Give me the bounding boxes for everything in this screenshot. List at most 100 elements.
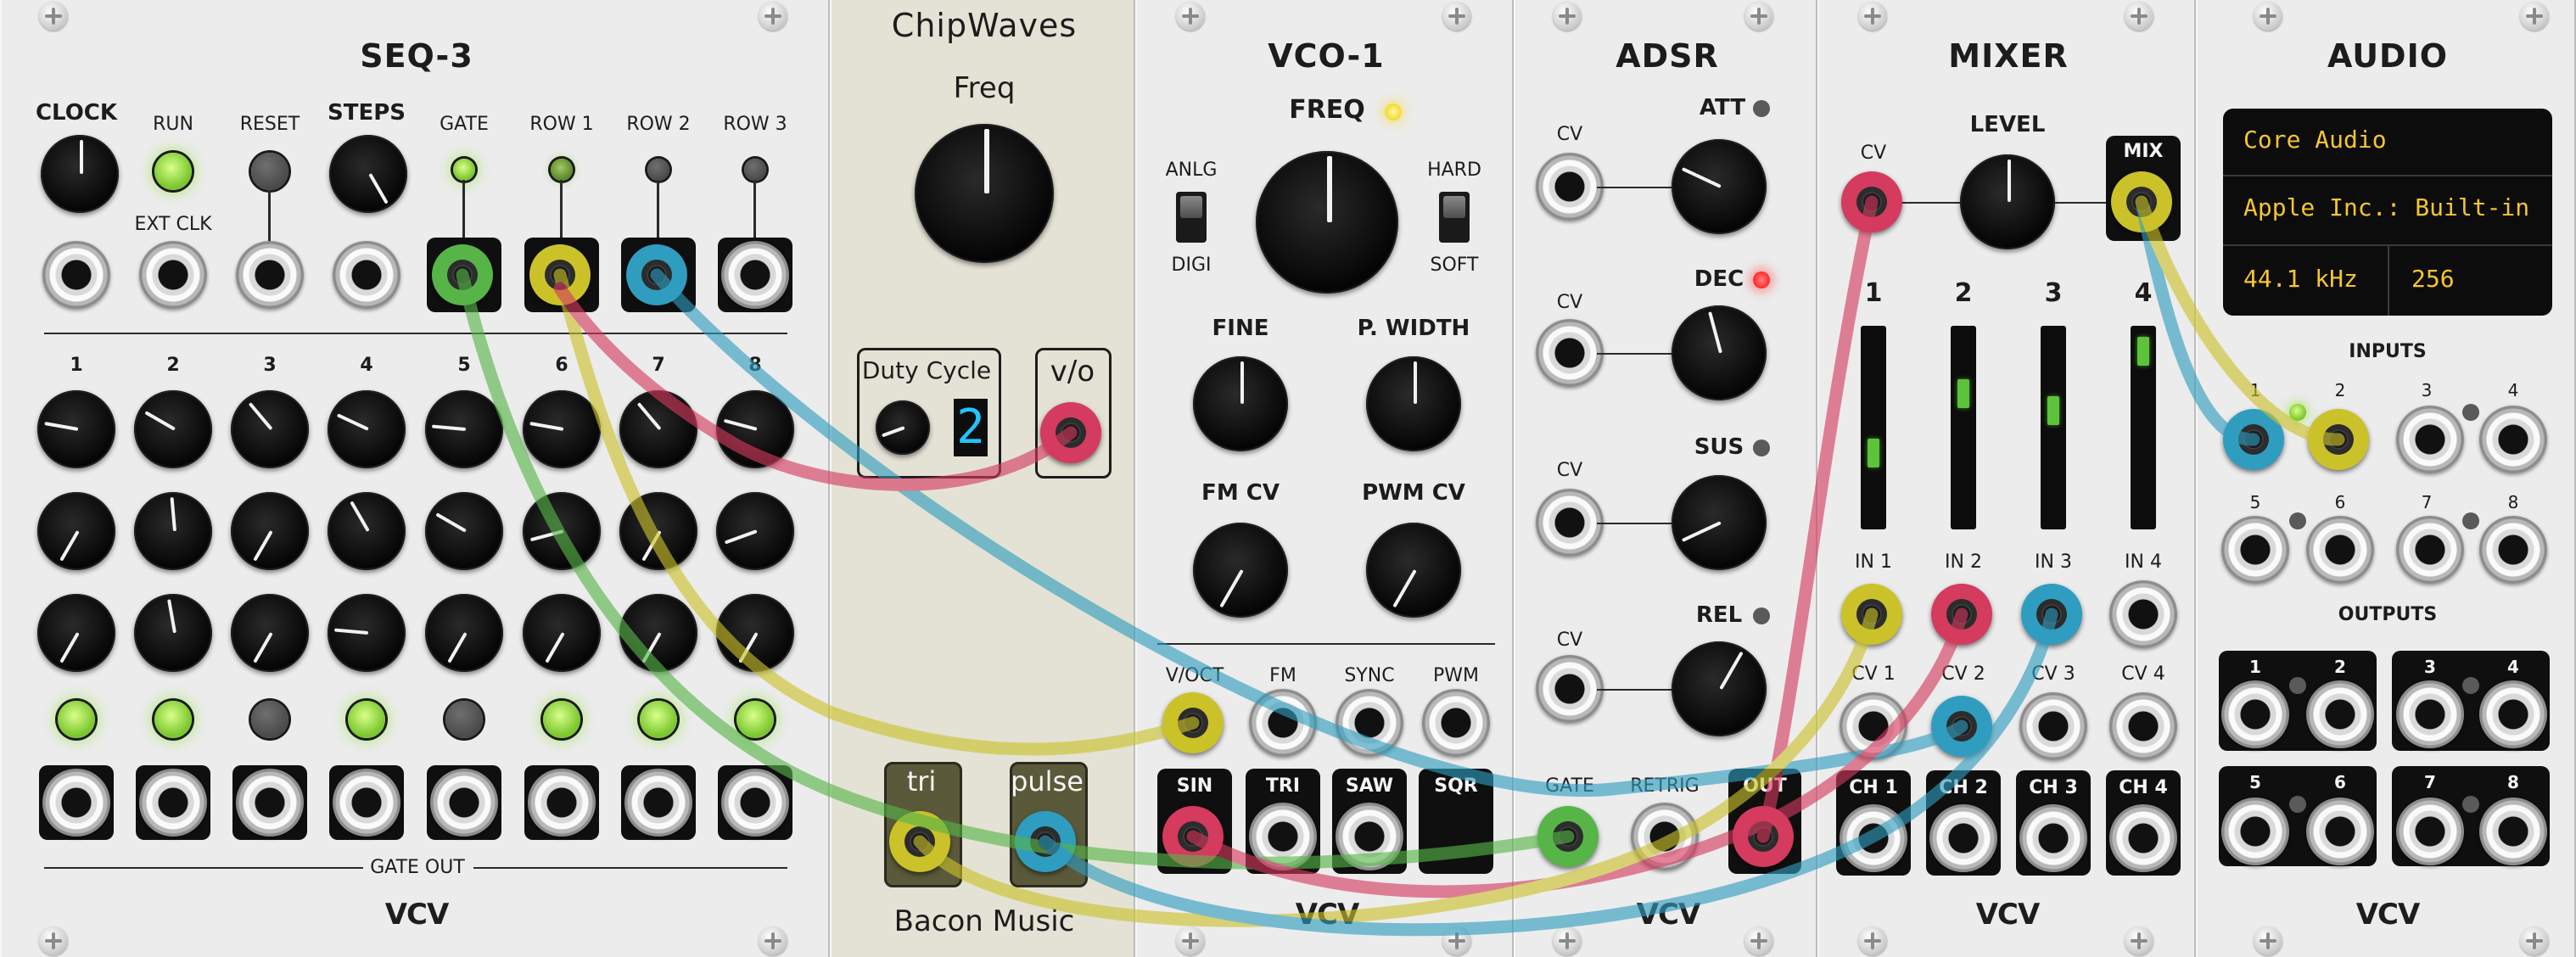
retrig-input-jack[interactable] <box>1631 803 1699 870</box>
env-output-plug[interactable] <box>1733 806 1794 867</box>
step-knob[interactable] <box>523 594 601 672</box>
step-gate-output-jack[interactable] <box>528 769 596 837</box>
row3-output-jack[interactable] <box>721 241 789 309</box>
channel-fader[interactable] <box>2041 326 2066 529</box>
step-knob[interactable] <box>619 492 697 570</box>
step-knob[interactable] <box>523 390 601 468</box>
step-knob[interactable] <box>37 492 115 570</box>
gate-input-plug[interactable] <box>1537 806 1599 867</box>
audio-out3-jack[interactable] <box>2396 680 2464 748</box>
audio-in5-jack[interactable] <box>2221 516 2289 584</box>
mix-level-knob[interactable] <box>1960 154 2055 249</box>
step-knob[interactable] <box>619 390 697 468</box>
hard-soft-switch[interactable] <box>1439 192 1470 243</box>
saw-output-jack[interactable] <box>1336 803 1403 870</box>
steps-input-jack[interactable] <box>333 241 400 309</box>
row1-output-plug[interactable] <box>529 244 591 305</box>
in4-jack[interactable] <box>2109 580 2177 648</box>
row2-output-plug[interactable] <box>626 244 687 305</box>
tri-output-plug[interactable] <box>889 811 950 872</box>
audio-in1-plug[interactable] <box>2223 409 2284 470</box>
in2-plug[interactable] <box>1931 584 1992 645</box>
ch1-output-jack[interactable] <box>1840 804 1907 872</box>
sustain-cv-jack[interactable] <box>1536 489 1604 557</box>
step-knob[interactable] <box>425 594 503 672</box>
in1-plug[interactable] <box>1841 584 1902 645</box>
cv3-jack[interactable] <box>2019 692 2087 760</box>
step-knob[interactable] <box>716 390 794 468</box>
attack-cv-jack[interactable] <box>1536 153 1604 221</box>
audio-out6-jack[interactable] <box>2306 798 2374 865</box>
step-knob[interactable] <box>37 594 115 672</box>
anlg-digi-switch[interactable] <box>1176 192 1207 243</box>
step-gate-output-jack[interactable] <box>624 769 692 837</box>
audio-out5-jack[interactable] <box>2221 798 2289 865</box>
step-knob[interactable] <box>328 492 406 570</box>
step-knob[interactable] <box>134 594 212 672</box>
release-cv-jack[interactable] <box>1536 655 1604 723</box>
audio-device[interactable]: Apple Inc.: Built-in <box>2243 193 2529 221</box>
clock-input-jack[interactable] <box>42 241 110 309</box>
step-knob[interactable] <box>425 492 503 570</box>
decay-knob[interactable] <box>1672 305 1767 400</box>
pulse-output-plug[interactable] <box>1015 811 1076 872</box>
mix-output-plug[interactable] <box>2111 171 2172 232</box>
audio-device-screen[interactable]: Core Audio Apple Inc.: Built-in 44.1 kHz… <box>2223 109 2552 316</box>
pwm-input-jack[interactable] <box>1422 689 1490 757</box>
step-knob[interactable] <box>328 390 406 468</box>
step-knob[interactable] <box>523 492 601 570</box>
clock-knob[interactable] <box>41 135 119 213</box>
sample-rate[interactable]: 44.1 kHz <box>2243 265 2358 293</box>
step-gate-led-button[interactable] <box>154 701 192 738</box>
step-knob[interactable] <box>425 390 503 468</box>
vco-freq-knob[interactable] <box>1256 151 1398 294</box>
channel-fader[interactable] <box>2131 326 2156 529</box>
attack-knob[interactable] <box>1672 139 1767 234</box>
step-gate-output-jack[interactable] <box>42 769 110 837</box>
ext-clk-input-jack[interactable] <box>139 241 207 309</box>
step-gate-led-button[interactable] <box>251 701 288 738</box>
level-cv-plug[interactable] <box>1841 171 1902 232</box>
sync-input-jack[interactable] <box>1336 689 1403 757</box>
channel-fader[interactable] <box>1861 326 1886 529</box>
tri-output-jack[interactable] <box>1249 803 1317 870</box>
audio-out1-jack[interactable] <box>2221 680 2289 748</box>
fader-handle[interactable] <box>1868 439 1879 467</box>
fader-handle[interactable] <box>2047 396 2059 425</box>
audio-out8-jack[interactable] <box>2479 798 2547 865</box>
channel-fader[interactable] <box>1951 326 1976 529</box>
ch2-output-jack[interactable] <box>1929 804 1997 872</box>
step-knob[interactable] <box>716 594 794 672</box>
step-gate-output-jack[interactable] <box>236 769 304 837</box>
step-knob[interactable] <box>716 492 794 570</box>
audio-out2-jack[interactable] <box>2306 680 2374 748</box>
in3-plug[interactable] <box>2021 584 2082 645</box>
vo-input-plug[interactable] <box>1040 402 1101 463</box>
step-gate-output-jack[interactable] <box>139 769 207 837</box>
reset-button[interactable] <box>251 153 288 190</box>
fader-handle[interactable] <box>2137 337 2149 366</box>
step-knob[interactable] <box>37 390 115 468</box>
audio-driver[interactable]: Core Audio <box>2243 126 2387 154</box>
sustain-knob[interactable] <box>1672 475 1767 570</box>
step-gate-output-jack[interactable] <box>721 769 789 837</box>
step-gate-led-button[interactable] <box>543 701 580 738</box>
ch3-output-jack[interactable] <box>2019 804 2087 872</box>
sin-output-plug[interactable] <box>1162 806 1224 867</box>
release-knob[interactable] <box>1672 641 1767 736</box>
audio-in8-jack[interactable] <box>2479 516 2547 584</box>
step-knob[interactable] <box>231 594 309 672</box>
step-gate-output-jack[interactable] <box>333 769 400 837</box>
duty-cycle-knob[interactable] <box>876 400 930 455</box>
cv1-jack[interactable] <box>1840 692 1907 760</box>
step-knob[interactable] <box>619 594 697 672</box>
step-gate-led-button[interactable] <box>58 701 95 738</box>
audio-in2-plug[interactable] <box>2308 409 2369 470</box>
step-gate-led-button[interactable] <box>445 701 483 738</box>
step-gate-led-button[interactable] <box>640 701 677 738</box>
cv2-plug[interactable] <box>1931 696 1992 757</box>
fm-cv-knob[interactable] <box>1193 523 1288 618</box>
fine-knob[interactable] <box>1193 356 1288 451</box>
block-size[interactable]: 256 <box>2411 265 2455 293</box>
run-led-button[interactable] <box>154 153 192 190</box>
